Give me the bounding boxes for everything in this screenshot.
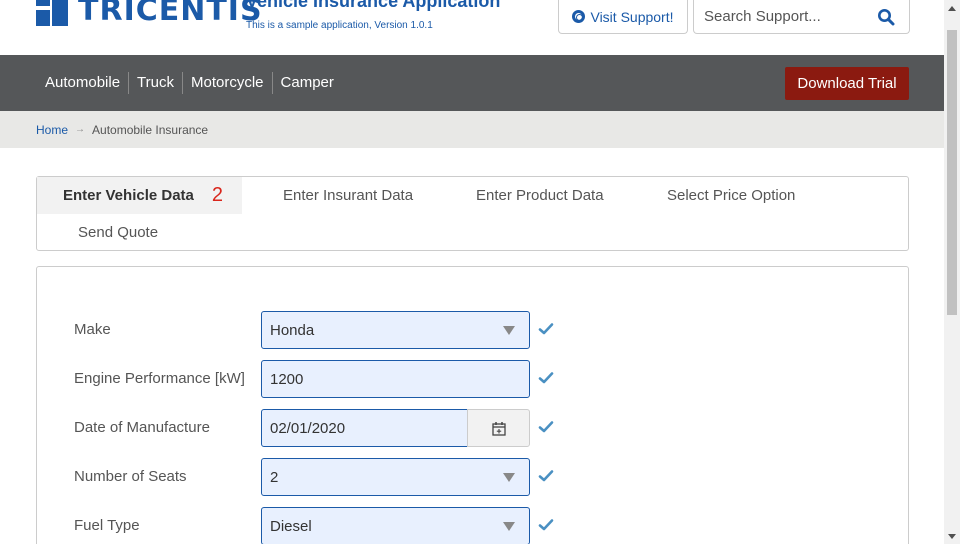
app-subtitle: This is a sample application, Version 1.… bbox=[246, 20, 433, 31]
breadcrumb: Home → Automobile Insurance bbox=[0, 111, 944, 148]
app-title: Vehicle Insurance Application bbox=[246, 0, 501, 11]
checkmark-icon bbox=[538, 519, 554, 531]
wizard-tabs: Enter Vehicle Data 2 Enter Insurant Data… bbox=[36, 176, 909, 251]
vertical-scrollbar[interactable] bbox=[944, 0, 960, 544]
dropdown-arrow-icon bbox=[503, 473, 515, 482]
checkmark-icon bbox=[538, 372, 554, 384]
form-row-make: Make Honda bbox=[37, 311, 910, 349]
checkmark-icon bbox=[538, 323, 554, 335]
breadcrumb-current: Automobile Insurance bbox=[92, 122, 209, 137]
main-nav: Automobile Truck Motorcycle Camper Downl… bbox=[0, 55, 944, 111]
download-trial-button[interactable]: Download Trial bbox=[785, 67, 909, 100]
nav-item-motorcycle[interactable]: Motorcycle bbox=[183, 72, 273, 94]
tab-enter-insurant-data[interactable]: Enter Insurant Data bbox=[283, 177, 413, 214]
search-support-box bbox=[693, 0, 910, 34]
scrollbar-thumb[interactable] bbox=[947, 30, 957, 315]
date-of-manufacture-label: Date of Manufacture bbox=[74, 419, 210, 436]
dropdown-arrow-icon bbox=[503, 326, 515, 335]
checkmark-icon bbox=[538, 421, 554, 433]
tab-select-price-option[interactable]: Select Price Option bbox=[667, 177, 795, 214]
calendar-button[interactable] bbox=[467, 409, 530, 447]
visit-support-label: Visit Support! bbox=[590, 8, 674, 25]
tab-label: Enter Vehicle Data bbox=[63, 187, 194, 204]
form-row-date-of-manufacture: Date of Manufacture 02/01/2020 bbox=[37, 409, 910, 447]
make-value: Honda bbox=[270, 321, 315, 339]
fuel-type-label: Fuel Type bbox=[74, 517, 140, 534]
fuel-type-value: Diesel bbox=[270, 517, 312, 535]
scroll-up-arrow-icon[interactable] bbox=[944, 0, 960, 16]
tab-send-quote[interactable]: Send Quote bbox=[78, 214, 158, 251]
breadcrumb-arrow-icon: → bbox=[75, 124, 86, 135]
header: TRICENTIS Vehicle Insurance Application … bbox=[0, 0, 944, 55]
engine-performance-label: Engine Performance [kW] bbox=[74, 370, 245, 387]
form-row-fuel-type: Fuel Type Diesel bbox=[37, 507, 910, 544]
nav-item-truck[interactable]: Truck bbox=[129, 72, 183, 94]
date-of-manufacture-value: 02/01/2020 bbox=[270, 419, 346, 437]
number-of-seats-label: Number of Seats bbox=[74, 468, 187, 485]
make-label: Make bbox=[74, 321, 111, 338]
search-support-input[interactable] bbox=[694, 8, 870, 25]
number-of-seats-value: 2 bbox=[270, 468, 279, 486]
breadcrumb-home-link[interactable]: Home bbox=[36, 123, 68, 137]
nav-item-automobile[interactable]: Automobile bbox=[36, 72, 130, 94]
logo-mark-icon bbox=[36, 0, 70, 28]
form-row-number-of-seats: Number of Seats 2 bbox=[37, 458, 910, 496]
visit-support-button[interactable]: Visit Support! bbox=[558, 0, 688, 34]
tab-enter-vehicle-data[interactable]: Enter Vehicle Data 2 bbox=[37, 177, 242, 214]
engine-performance-input[interactable]: 1200 bbox=[261, 360, 530, 398]
engine-performance-value: 1200 bbox=[270, 370, 304, 388]
form-row-engine-performance: Engine Performance [kW] 1200 bbox=[37, 360, 910, 398]
lifebuoy-icon bbox=[572, 10, 586, 23]
fuel-type-select[interactable]: Diesel bbox=[261, 507, 530, 544]
search-icon[interactable] bbox=[870, 1, 902, 33]
tab-enter-product-data[interactable]: Enter Product Data bbox=[476, 177, 604, 214]
checkmark-icon bbox=[538, 470, 554, 482]
vehicle-data-form: Make Honda Engine Performance [kW] 1200 … bbox=[36, 266, 909, 544]
scroll-down-arrow-icon[interactable] bbox=[944, 528, 960, 544]
tricentis-logo[interactable]: TRICENTIS bbox=[36, 0, 263, 28]
calendar-icon bbox=[491, 421, 506, 436]
logo-text: TRICENTIS bbox=[78, 0, 263, 28]
date-of-manufacture-input[interactable]: 02/01/2020 bbox=[261, 409, 468, 447]
number-of-seats-select[interactable]: 2 bbox=[261, 458, 530, 496]
nav-item-camper[interactable]: Camper bbox=[273, 72, 342, 94]
dropdown-arrow-icon bbox=[503, 522, 515, 531]
make-select[interactable]: Honda bbox=[261, 311, 530, 349]
tab-count-badge: 2 bbox=[211, 184, 224, 206]
